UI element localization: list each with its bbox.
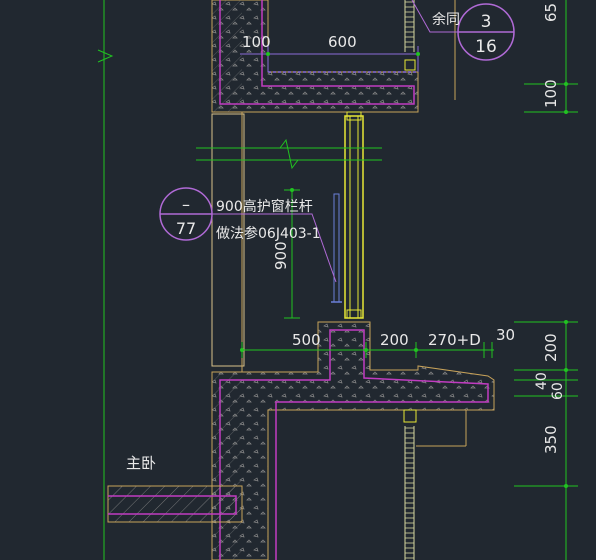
ladder-bottom xyxy=(403,409,417,560)
rail-note-1: 900高护窗栏杆 xyxy=(216,198,313,215)
dim-65: 65 xyxy=(542,3,560,22)
dim-60: 60 xyxy=(550,382,566,400)
detail-3: 3 xyxy=(481,12,492,32)
upper-wall xyxy=(211,0,419,113)
detail-callout-3-16: 3 16 余同 xyxy=(411,0,515,61)
detail-16: 16 xyxy=(475,37,497,57)
room-label: 主卧 xyxy=(126,454,156,472)
detail-77-num: – xyxy=(182,195,190,214)
dim-40: 40 xyxy=(534,372,550,390)
section-drawing: 100 600 65 100 200 40 60 350 900 500 200… xyxy=(97,0,578,560)
window-frame xyxy=(344,111,364,319)
dim-30: 30 xyxy=(496,326,515,344)
dim-600-top: 600 xyxy=(328,33,357,51)
dim-900: 900 xyxy=(272,241,290,270)
dim-350: 350 xyxy=(542,425,560,454)
rail-note-2: 做法参06J403-1 xyxy=(216,225,321,242)
note-yutong: 余同 xyxy=(432,11,460,28)
dim-500: 500 xyxy=(292,331,321,349)
ladder-top xyxy=(404,0,415,52)
lower-wall xyxy=(107,321,495,560)
break-line xyxy=(196,138,382,170)
dim-100-right: 100 xyxy=(542,79,560,108)
dim-270d: 270+D xyxy=(428,331,481,349)
dim-100-top: 100 xyxy=(242,33,271,51)
detail-77-den: 77 xyxy=(176,219,196,238)
detail-callout-77: – 77 900高护窗栏杆 做法参06J403-1 xyxy=(159,187,337,283)
dim-200-right: 200 xyxy=(542,333,560,362)
opening-outline xyxy=(211,112,245,372)
dim-200-sill: 200 xyxy=(380,331,409,349)
window-railing xyxy=(331,193,342,303)
